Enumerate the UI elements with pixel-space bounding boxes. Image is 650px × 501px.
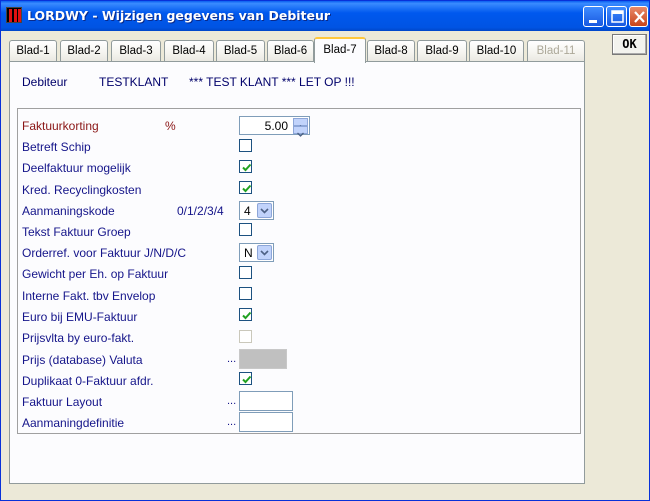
faktuurkorting-label: Faktuurkorting — [22, 119, 99, 133]
prijs-valuta-dots: ... — [227, 353, 237, 365]
tab-blad-5[interactable]: Blad-5 — [216, 40, 265, 62]
duplikaat-label: Duplikaat 0-Faktuur afdr. — [22, 374, 154, 388]
close-icon — [634, 11, 645, 23]
spin-down-icon[interactable] — [293, 126, 308, 137]
aanmaningdefinitie-input[interactable] — [239, 412, 293, 432]
faktuurkorting-value: 5.00 — [264, 119, 288, 133]
ok-button[interactable]: OK — [612, 34, 647, 55]
title-bar[interactable]: LORDWY - Wijzigen gegevens van Debiteur — [1, 1, 649, 31]
prijs-valuta-label: Prijs (database) Valuta — [22, 353, 143, 367]
debiteur-code: TESTKLANT — [99, 75, 169, 89]
aanmaningskode-select[interactable]: 4 — [239, 201, 274, 220]
euro-emu-label: Euro bij EMU-Faktuur — [22, 310, 138, 324]
deelfaktuur-checkbox[interactable] — [239, 160, 252, 173]
prijsvlta-label: Prijsvlta by euro-fakt. — [22, 331, 135, 345]
tab-blad-7[interactable]: Blad-7 — [314, 37, 366, 63]
maximize-icon — [611, 10, 624, 23]
debiteur-label: Debiteur — [22, 75, 68, 89]
tab-blad-6[interactable]: Blad-6 — [267, 40, 314, 62]
gewicht-checkbox[interactable] — [239, 266, 252, 279]
interne-fakt-checkbox[interactable] — [239, 287, 252, 300]
euro-emu-checkbox[interactable] — [239, 308, 252, 321]
spin-up-icon[interactable] — [293, 118, 308, 130]
minimize-button[interactable] — [583, 6, 604, 27]
faktuur-layout-label: Faktuur Layout — [22, 395, 103, 409]
betreft-schip-checkbox[interactable] — [239, 139, 252, 152]
tab-blad-11: Blad-11 — [527, 40, 585, 62]
faktuur-layout-dots: ... — [227, 395, 237, 407]
deelfaktuur-label: Deelfaktuur mogelijk — [22, 161, 131, 175]
debiteur-name: *** TEST KLANT *** LET OP !!! — [189, 75, 355, 89]
tab-blad-8[interactable]: Blad-8 — [367, 40, 415, 62]
minimize-icon — [589, 20, 597, 23]
faktuurkorting-unit: % — [165, 119, 176, 133]
tekst-faktuur-groep-checkbox[interactable] — [239, 223, 252, 236]
aanmaningdefinitie-label: Aanmaningdefinitie — [22, 416, 125, 430]
aanmaningskode-hint: 0/1/2/3/4 — [177, 204, 224, 218]
tab-blad-4[interactable]: Blad-4 — [164, 40, 214, 62]
betreft-schip-label: Betreft Schip — [22, 140, 91, 154]
maximize-button[interactable] — [606, 6, 627, 27]
aanmaningdefinitie-dots: ... — [227, 416, 237, 428]
app-icon[interactable] — [6, 7, 22, 23]
check-icon — [242, 163, 252, 172]
aanmaningskode-label: Aanmaningskode — [22, 204, 115, 218]
check-icon — [242, 184, 252, 193]
tab-blad-2[interactable]: Blad-2 — [60, 40, 108, 62]
chevron-down-icon[interactable] — [257, 203, 272, 218]
recyclingkosten-checkbox[interactable] — [239, 181, 252, 194]
check-icon — [242, 311, 252, 320]
recyclingkosten-label: Kred. Recyclingkosten — [22, 183, 142, 197]
tekst-faktuur-groep-label: Tekst Faktuur Groep — [22, 225, 131, 239]
orderref-select[interactable]: N — [239, 243, 274, 262]
faktuurkorting-spinner[interactable]: 5.00 — [239, 116, 310, 137]
prijsvlta-checkbox — [239, 330, 252, 343]
orderref-value: N — [244, 246, 253, 260]
chevron-down-icon[interactable] — [257, 245, 272, 260]
gewicht-label: Gewicht per Eh. op Faktuur — [22, 267, 169, 281]
interne-fakt-label: Interne Fakt. tbv Envelop — [22, 289, 156, 303]
faktuur-layout-input[interactable] — [239, 391, 293, 411]
orderref-label: Orderref. voor Faktuur J/N/D/C — [22, 246, 187, 260]
main-window: LORDWY - Wijzigen gegevens van Debiteur … — [0, 0, 650, 501]
duplikaat-checkbox[interactable] — [239, 372, 252, 385]
tab-blad-1[interactable]: Blad-1 — [9, 40, 57, 62]
check-icon — [242, 375, 252, 384]
tab-blad-3[interactable]: Blad-3 — [111, 40, 161, 62]
prijs-valuta-field — [239, 349, 287, 369]
tab-blad-10[interactable]: Blad-10 — [469, 40, 524, 62]
aanmaningskode-value: 4 — [244, 204, 251, 218]
tab-blad-9[interactable]: Blad-9 — [417, 40, 467, 62]
window-title: LORDWY - Wijzigen gegevens van Debiteur — [27, 8, 331, 23]
close-button[interactable] — [629, 6, 648, 27]
